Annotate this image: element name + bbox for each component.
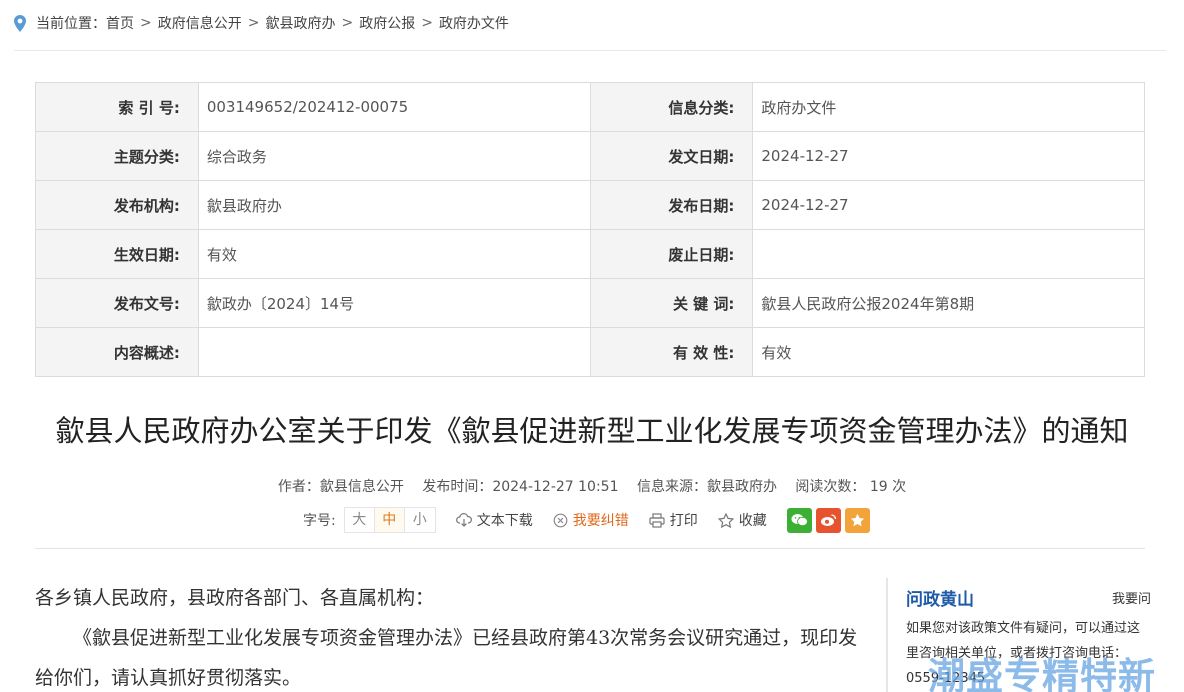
table-row: 主题分类: 综合政务 发文日期: 2024-12-27 xyxy=(35,131,1145,181)
topic-category-label: 主题分类: xyxy=(35,131,199,181)
article-body: 各乡镇人民政府，县政府各部门、各直属机构： 《歙县促进新型工业化发展专项资金管理… xyxy=(35,578,865,692)
print-button[interactable]: 打印 xyxy=(649,510,698,530)
breadcrumb-gazette[interactable]: 政府公报 xyxy=(359,13,415,33)
effective-date-value: 有效 xyxy=(197,229,591,279)
publish-date-value: 2024-12-27 xyxy=(752,180,1145,230)
index-number-label: 索 引 号: xyxy=(35,82,199,132)
favorite-label: 收藏 xyxy=(738,513,767,529)
font-size-medium-button[interactable]: 中 xyxy=(374,508,405,532)
keywords-value: 歙县人民政府公报2024年第8期 xyxy=(752,278,1145,328)
article-title: 歙县人民政府办公室关于印发《歙县促进新型工业化发展专项资金管理办法》的通知 xyxy=(55,414,1129,448)
breadcrumb-county-office[interactable]: 歙县政府办 xyxy=(265,13,335,33)
article-paragraph: 《歙县促进新型工业化发展专项资金管理办法》已经县政府第43次常务会议研究通过，现… xyxy=(35,627,858,689)
error-circle-icon xyxy=(553,513,568,527)
breadcrumb-separator: > xyxy=(341,15,354,31)
effective-date-label: 生效日期: xyxy=(35,229,199,279)
validity-label: 有 效 性: xyxy=(589,327,754,377)
table-row: 内容概述: 有 效 性: 有效 xyxy=(35,327,1145,377)
breadcrumb-lead: 当前位置： xyxy=(36,16,106,32)
breadcrumb-home[interactable]: 首页 xyxy=(106,13,134,33)
index-number-value: 003149652/202412-00075 xyxy=(197,82,591,132)
cloud-download-icon xyxy=(455,513,472,527)
keywords-label: 关 键 词: xyxy=(589,278,754,328)
article-info: 作者：歙县信息公开 发布时间：2024-12-27 10:51 信息来源：歙县政… xyxy=(0,476,1184,496)
favorite-share-icon[interactable] xyxy=(844,507,870,533)
article-author: 作者：歙县信息公开 xyxy=(277,479,404,495)
star-outline-icon xyxy=(717,512,734,528)
document-number-value: 歙政办〔2024〕14号 xyxy=(197,278,591,328)
breadcrumb: 当前位置： 首页 > 政府信息公开 > 歙县政府办 > 政府公报 > 政府办文件 xyxy=(14,12,509,34)
ask-question-link[interactable]: 我要问 xyxy=(1112,588,1151,607)
document-metadata-table: 索 引 号: 003149652/202412-00075 信息分类: 政府办文… xyxy=(35,82,1145,377)
download-text-label: 文本下载 xyxy=(476,513,533,529)
ask-government-description: 如果您对该政策文件有疑问，可以通过这里咨询相关单位，或者拨打咨询电话：0559-… xyxy=(906,621,1141,686)
ask-government-title[interactable]: 问政黄山 xyxy=(906,585,974,610)
content-divider xyxy=(35,548,1145,549)
publisher-value: 歙县政府办 xyxy=(197,180,591,230)
summary-label: 内容概述: xyxy=(35,327,199,377)
location-pin-icon xyxy=(14,14,26,32)
expiry-date-value xyxy=(752,229,1145,279)
font-size-large-button[interactable]: 大 xyxy=(345,508,375,532)
report-error-label: 我要纠错 xyxy=(572,513,629,529)
validity-value: 有效 xyxy=(752,327,1145,377)
issue-date-label: 发文日期: xyxy=(589,131,754,181)
font-size-label: 字号: xyxy=(303,513,336,529)
breadcrumb-separator: > xyxy=(140,15,152,31)
topic-category-value: 综合政务 xyxy=(197,131,591,181)
article-read-count: 阅读次数： 19 次 xyxy=(795,479,907,495)
breadcrumb-separator: > xyxy=(421,15,433,31)
breadcrumb-separator: > xyxy=(247,15,260,31)
expiry-date-label: 废止日期: xyxy=(589,229,754,279)
info-category-label: 信息分类: xyxy=(589,82,754,132)
document-number-label: 发布文号: xyxy=(35,278,199,328)
info-category-value: 政府办文件 xyxy=(752,82,1145,132)
publish-date-label: 发布日期: xyxy=(589,180,754,230)
breadcrumb-gov-info[interactable]: 政府信息公开 xyxy=(158,13,242,33)
breadcrumb-office-docs[interactable]: 政府办文件 xyxy=(439,13,509,33)
printer-icon xyxy=(649,512,665,528)
font-size-selector: 大 中 小 xyxy=(343,507,436,533)
article-salutation: 各乡镇人民政府，县政府各部门、各直属机构： xyxy=(35,587,435,609)
article-source: 信息来源：歙县政府办 xyxy=(636,479,777,495)
ask-government-header: 问政黄山 我要问 xyxy=(906,585,1151,610)
breadcrumb-divider xyxy=(14,50,1166,51)
favorite-button[interactable]: 收藏 xyxy=(717,510,767,530)
article-publish-time: 发布时间：2024-12-27 10:51 xyxy=(422,479,619,495)
table-row: 发布机构: 歙县政府办 发布日期: 2024-12-27 xyxy=(35,180,1145,230)
wechat-share-icon[interactable] xyxy=(786,507,812,533)
issue-date-value: 2024-12-27 xyxy=(752,131,1145,181)
table-row: 索 引 号: 003149652/202412-00075 信息分类: 政府办文… xyxy=(35,82,1145,132)
summary-value xyxy=(197,327,591,377)
report-error-button[interactable]: 我要纠错 xyxy=(553,510,629,530)
publisher-label: 发布机构: xyxy=(35,180,199,230)
print-label: 打印 xyxy=(669,513,698,529)
weibo-share-icon[interactable] xyxy=(815,507,841,533)
table-row: 生效日期: 有效 废止日期: xyxy=(35,229,1145,279)
font-size-small-button[interactable]: 小 xyxy=(405,508,435,532)
article-toolbar: 字号: 大 中 小 文本下载 我要纠错 打印 收藏 xyxy=(303,507,874,533)
ask-government-panel: 问政黄山 我要问 如果您对该政策文件有疑问，可以通过这里咨询相关单位，或者拨打咨… xyxy=(886,578,1151,692)
share-buttons xyxy=(786,507,874,533)
download-text-button[interactable]: 文本下载 xyxy=(455,510,533,530)
table-row: 发布文号: 歙政办〔2024〕14号 关 键 词: 歙县人民政府公报2024年第… xyxy=(35,278,1145,328)
